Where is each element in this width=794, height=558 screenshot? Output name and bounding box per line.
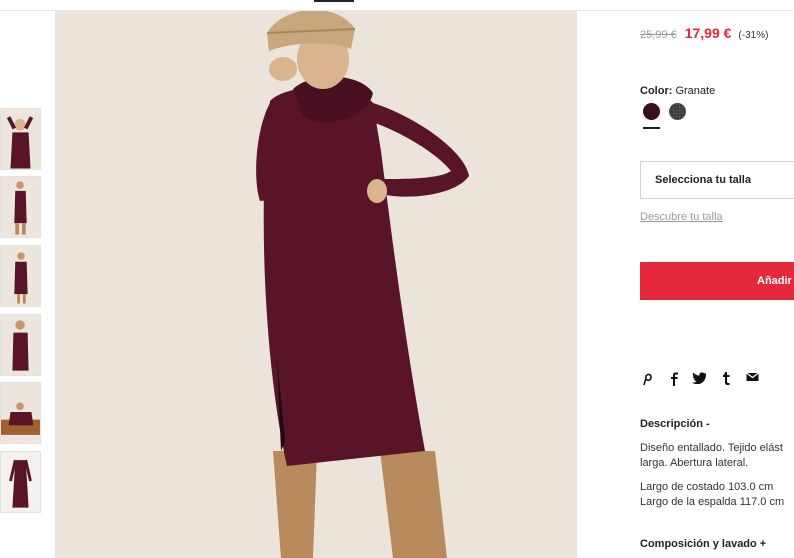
size-guide-link[interactable]: Descubre tu talla: [640, 211, 723, 223]
tumblr-icon[interactable]: [722, 372, 730, 385]
color-label: Color:: [640, 85, 673, 97]
facebook-icon[interactable]: [670, 372, 678, 386]
thumbnail-image: [1, 109, 40, 169]
description-line-2: larga. Abertura lateral.: [640, 457, 749, 469]
description-line-1: Diseño entallado. Tejido elást: [640, 442, 783, 454]
thumbnail-image: [1, 383, 40, 443]
description-heading[interactable]: Descripción -: [640, 418, 710, 430]
composition-heading[interactable]: Composición y lavado +: [640, 538, 766, 550]
thumbnail-5[interactable]: [0, 382, 41, 444]
color-value: Granate: [675, 85, 716, 97]
thumbnail-2[interactable]: [0, 176, 41, 238]
thumbnail-image: [1, 315, 40, 375]
price-row: 25,99 € 17,99 € (-31%): [640, 25, 768, 41]
measure-line-1: Largo de costado 103.0 cm: [640, 481, 774, 493]
size-select[interactable]: Selecciona tu talla: [640, 161, 794, 199]
measure-line-2: Largo de la espalda 117.0 cm: [640, 496, 785, 508]
thumbnail-image: [1, 246, 40, 306]
add-to-cart-button[interactable]: Añadir: [640, 262, 794, 300]
product-info-panel: 25,99 € 17,99 € (-31%) Color: Granate Sele…: [640, 0, 794, 558]
discount-badge: (-31%): [738, 30, 769, 41]
color-swatch-gris[interactable]: [669, 103, 686, 120]
share-bar: [640, 372, 770, 388]
twitter-icon[interactable]: [692, 372, 706, 384]
email-icon[interactable]: [746, 372, 759, 382]
original-price: 25,99 €: [640, 29, 677, 41]
color-swatch-granate[interactable]: [643, 103, 660, 120]
color-label-row: Color: Granate: [640, 85, 715, 97]
pinterest-icon[interactable]: [642, 372, 652, 386]
thumbnail-4[interactable]: [0, 314, 41, 376]
selected-swatch-indicator: [643, 127, 660, 129]
thumbnail-image: [1, 452, 40, 512]
sale-price: 17,99 €: [684, 25, 732, 41]
thumbnail-6[interactable]: [0, 451, 41, 513]
thumbnail-1[interactable]: [0, 108, 41, 170]
thumbnail-3[interactable]: [0, 245, 41, 307]
thumbnail-image: [1, 177, 40, 237]
main-product-image: [55, 11, 577, 558]
active-nav-indicator: [314, 0, 354, 2]
